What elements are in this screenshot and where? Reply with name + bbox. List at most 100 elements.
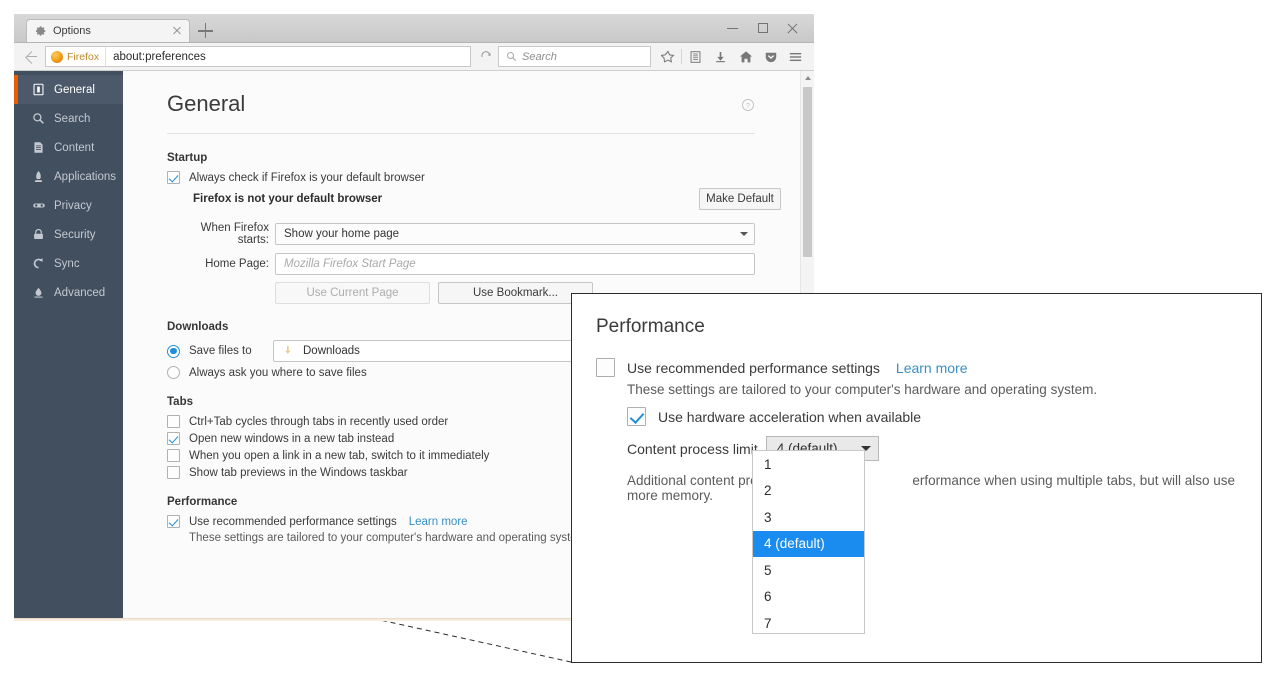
sidebar-item-label: Sync [54,257,80,270]
tab-option-checkbox[interactable] [167,432,180,445]
scrollbar-thumb[interactable] [803,87,812,257]
sidebar-item-applications[interactable]: Applications [14,162,123,191]
always-ask-radio[interactable] [167,366,180,379]
tab-option-checkbox[interactable] [167,415,180,428]
search-input[interactable]: Search [498,46,651,67]
library-icon[interactable] [683,45,708,69]
dropdown-option-selected[interactable]: 4 (default) [753,530,864,557]
firefox-logo-icon [51,50,63,63]
sidebar-item-security[interactable]: Security [14,220,123,249]
when-starts-value: Show your home page [284,228,400,240]
sidebar-item-label: Applications [54,170,117,183]
downloads-icon[interactable] [708,45,733,69]
identity-box[interactable]: Firefox [46,47,107,66]
back-arrow-icon[interactable] [20,46,42,68]
new-tab-button[interactable] [198,23,214,39]
sidebar-item-search[interactable]: Search [14,104,123,133]
default-browser-status-row: Firefox is not your default browser Make… [193,188,781,210]
dropdown-option[interactable]: 6 [753,584,864,611]
menu-icon[interactable] [783,45,808,69]
close-icon[interactable] [171,25,183,37]
scroll-up-arrow-icon[interactable] [804,76,811,80]
applications-icon [31,170,46,183]
search-icon [506,51,517,62]
lock-icon [31,228,46,241]
sidebar-item-sync[interactable]: Sync [14,249,123,278]
default-browser-check-row[interactable]: Always check if Firefox is your default … [167,171,814,184]
callout-recommended-row[interactable]: Use recommended performance settings Lea… [596,358,1261,377]
callout-hw-accel-row[interactable]: Use hardware acceleration when available [627,407,1261,426]
callout-hw-accel-checkbox[interactable] [627,407,646,426]
svg-text:?: ? [746,101,750,110]
pocket-icon[interactable] [758,45,783,69]
sidebar-item-label: Privacy [54,199,92,212]
star-icon[interactable] [655,45,680,69]
use-current-page-button[interactable]: Use Current Page [275,282,430,304]
tab-option-checkbox[interactable] [167,449,180,462]
toolbar-separator [681,49,682,64]
window-close-button[interactable] [778,14,808,42]
identity-label: Firefox [67,50,100,63]
dropdown-option[interactable]: 7 [753,610,864,637]
use-bookmark-button[interactable]: Use Bookmark... [438,282,593,304]
download-folder-icon [282,344,295,359]
tab-strip: Options [14,14,814,43]
make-default-button[interactable]: Make Default [699,188,781,210]
sidebar-item-content[interactable]: Content [14,133,123,162]
window-controls [718,14,808,42]
always-ask-label: Always ask you where to save files [189,366,367,379]
callout-recommended-label: Use recommended performance settings [627,359,880,376]
privacy-mask-icon [31,199,46,212]
maximize-button[interactable] [748,14,778,42]
callout-process-limit-row: Content process limit 4 (default) [627,436,1261,461]
sidebar-item-general[interactable]: General [14,75,123,104]
when-starts-row: When Firefox starts: Show your home page [167,222,814,246]
home-page-row: Home Page: Mozilla Firefox Start Page [167,253,814,275]
dropdown-option[interactable]: 2 [753,478,864,505]
search-placeholder: Search [522,50,557,63]
minimize-button[interactable] [718,14,748,42]
default-browser-check-label: Always check if Firefox is your default … [189,171,425,184]
tab-option-label: Show tab previews in the Windows taskbar [189,466,408,479]
browser-tab-options[interactable]: Options [26,19,190,42]
tab-option-checkbox[interactable] [167,466,180,479]
tab-option-label: Ctrl+Tab cycles through tabs in recently… [189,415,449,428]
save-files-to-label: Save files to [189,345,252,357]
home-icon[interactable] [733,45,758,69]
callout-hw-accel-label: Use hardware acceleration when available [658,408,922,425]
sidebar-item-privacy[interactable]: Privacy [14,191,123,220]
sidebar-item-advanced[interactable]: Advanced [14,278,123,307]
url-bar[interactable]: Firefox about:preferences [45,46,471,67]
home-page-input[interactable]: Mozilla Firefox Start Page [275,253,755,275]
callout-recommended-checkbox[interactable] [596,358,615,377]
recommended-perf-checkbox[interactable] [167,515,180,528]
performance-callout-panel: Performance Use recommended performance … [571,293,1262,663]
default-browser-status: Firefox is not your default browser [193,193,383,205]
callout-title: Performance [596,316,705,337]
dropdown-option[interactable]: 1 [753,451,864,478]
gear-icon [33,24,47,38]
default-browser-checkbox[interactable] [167,171,180,184]
navigation-toolbar: Firefox about:preferences Search [14,43,814,71]
dropdown-option[interactable]: 5 [753,557,864,584]
when-starts-select[interactable]: Show your home page [275,223,755,245]
callout-footer-note-before: Additional content proc [627,473,765,488]
callout-learn-more-link[interactable]: Learn more [896,360,968,376]
title-divider [167,133,755,134]
dropdown-option[interactable]: 3 [753,504,864,531]
content-process-limit-dropdown[interactable]: 1 2 3 4 (default) 5 6 7 [752,450,865,634]
help-icon[interactable]: ? [741,98,755,117]
reload-icon[interactable] [474,46,498,68]
save-files-to-radio[interactable] [167,344,180,358]
callout-footer-note: Additional content proc erformance when u… [627,473,1261,503]
when-starts-label: When Firefox starts: [200,222,269,246]
url-text: about:preferences [113,50,206,63]
learn-more-link[interactable]: Learn more [409,516,468,528]
sync-icon [31,257,46,270]
tab-title: Options [53,25,91,37]
advanced-icon [31,286,46,299]
search-icon [31,112,46,125]
recommended-perf-label: Use recommended performance settings [189,515,397,528]
general-icon [31,83,46,96]
sidebar-item-label: Security [54,228,96,241]
